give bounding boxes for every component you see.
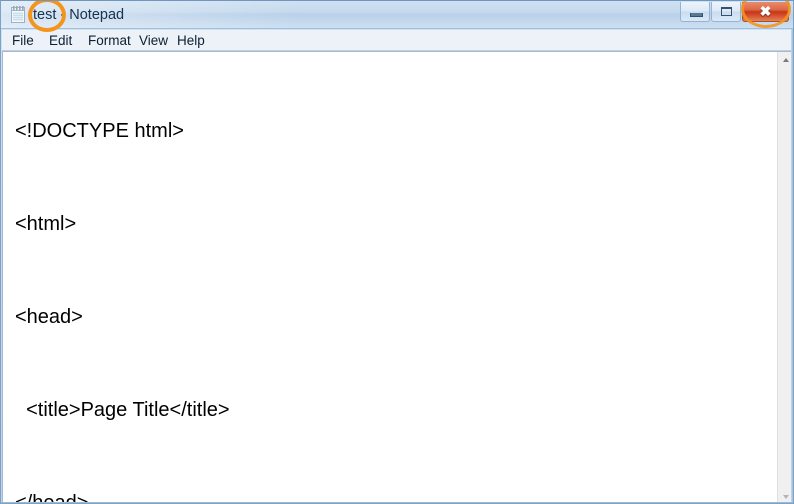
- editor-text[interactable]: <!DOCTYPE html> <html> <head> <title>Pag…: [15, 54, 760, 503]
- window-border-bottom: [1, 502, 793, 503]
- scroll-up-arrow-icon: [783, 58, 789, 62]
- code-line: <head>: [15, 306, 83, 328]
- code-line: <title>Page Title</title>: [15, 399, 230, 421]
- text-editor-area[interactable]: <!DOCTYPE html> <html> <head> <title>Pag…: [2, 51, 793, 503]
- window-title: test - Notepad: [33, 7, 125, 23]
- notepad-window: test - Notepad ✖ File Edit Format View H…: [0, 0, 794, 504]
- menu-item-edit[interactable]: Edit: [43, 31, 78, 50]
- minimize-icon: [690, 13, 703, 17]
- close-icon: ✖: [759, 3, 772, 19]
- close-button[interactable]: ✖: [742, 2, 789, 22]
- title-bar[interactable]: test - Notepad ✖: [1, 1, 793, 29]
- menu-item-format[interactable]: Format: [82, 31, 137, 50]
- menu-item-help[interactable]: Help: [171, 31, 211, 50]
- maximize-button[interactable]: [711, 2, 741, 22]
- code-line: <!DOCTYPE html>: [15, 120, 184, 142]
- menu-item-file[interactable]: File: [6, 31, 40, 50]
- menu-bar: File Edit Format View Help: [2, 30, 793, 51]
- menu-item-view[interactable]: View: [133, 31, 174, 50]
- maximize-icon: [721, 7, 732, 16]
- code-line: <html>: [15, 213, 77, 235]
- minimize-button[interactable]: [680, 2, 710, 22]
- notepad-icon: [10, 6, 27, 24]
- scroll-down-arrow-icon: [783, 495, 789, 499]
- window-border-right: [791, 29, 793, 503]
